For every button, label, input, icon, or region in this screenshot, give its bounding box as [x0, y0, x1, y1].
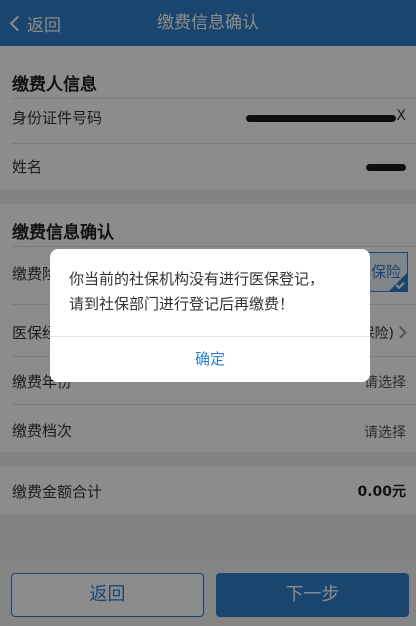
alert-dialog: 你当前的社保机构没有进行医保登记， 请到社保部门进行登记后再缴费！ 确定	[50, 249, 370, 382]
dialog-message: 你当前的社保机构没有进行医保登记， 请到社保部门进行登记后再缴费！	[69, 267, 356, 317]
dialog-confirm-button[interactable]: 确定	[50, 337, 370, 382]
dialog-message-line: 你当前的社保机构没有进行医保登记，	[69, 270, 325, 288]
dialog-message-line: 请到社保部门进行登记后再缴费！	[69, 295, 295, 313]
